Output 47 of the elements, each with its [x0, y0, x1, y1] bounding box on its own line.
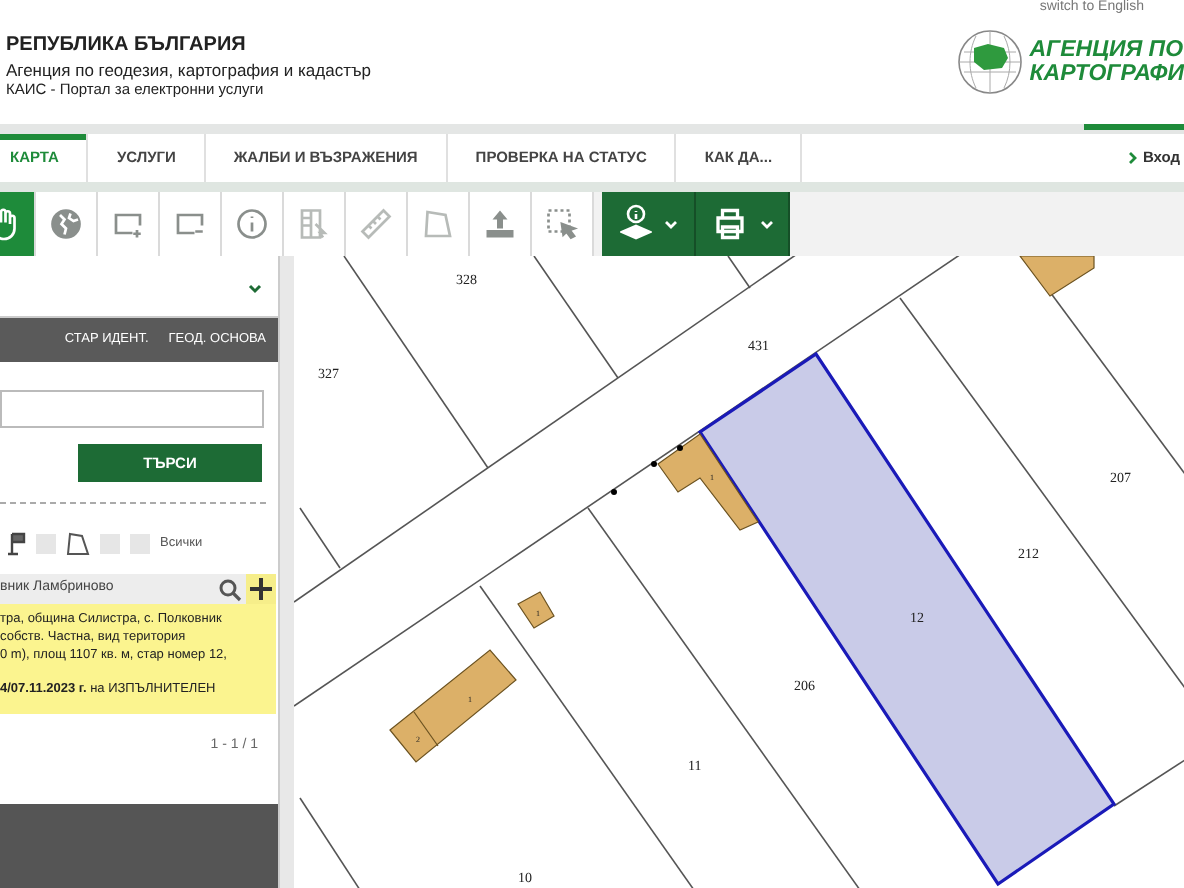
caret-icon [759, 219, 773, 229]
map-tool-button[interactable] [36, 192, 98, 256]
dropdown-tool-button[interactable] [602, 192, 696, 256]
filter-checkbox[interactable] [36, 534, 56, 554]
map-tool-button[interactable] [470, 192, 532, 256]
flag-icon [8, 532, 26, 556]
map-tool-button[interactable] [346, 192, 408, 256]
measure-grid-icon [296, 206, 332, 242]
map-tool-button[interactable] [160, 192, 222, 256]
chevron-icon [1128, 152, 1139, 164]
map-tool-button[interactable] [284, 192, 346, 256]
agency-logo-text: АГЕНЦИЯ ПО [1029, 38, 1184, 62]
building [657, 433, 759, 531]
filter-checkbox[interactable] [130, 534, 150, 554]
map-tool-button[interactable] [222, 192, 284, 256]
map-tool-button[interactable] [532, 192, 594, 256]
print-icon [711, 206, 747, 242]
globe-icon [48, 206, 84, 242]
caret-icon [248, 284, 262, 294]
building [517, 591, 555, 629]
ruler-icon [358, 206, 394, 242]
layers-info-icon [619, 204, 651, 244]
boundary-line [1113, 757, 1184, 807]
info-icon [234, 206, 270, 242]
plus-icon [250, 578, 272, 600]
survey-point [611, 489, 617, 495]
boundary-line [299, 797, 361, 888]
search-input[interactable] [0, 390, 264, 428]
filter-checkbox[interactable] [100, 534, 120, 554]
search-icon[interactable] [218, 577, 242, 601]
add-button[interactable] [246, 574, 276, 604]
select-icon [544, 206, 580, 242]
caret-icon [663, 219, 677, 229]
map-tool-button[interactable] [408, 192, 470, 256]
polygon-icon [420, 206, 456, 242]
upload-icon [482, 206, 518, 242]
agency-logo-text: КАРТОГРАФИ [1029, 62, 1184, 86]
scrollbar[interactable] [280, 256, 294, 888]
survey-point [677, 445, 683, 451]
dropdown-tool-button[interactable] [696, 192, 790, 256]
map-tool-button[interactable] [98, 192, 160, 256]
globe-logo-icon [955, 28, 1024, 96]
agency-subtitle: Агенция по геодезия, картография и кадастър [6, 59, 372, 81]
country-title: РЕПУБЛИКА БЪЛГАРИЯ [6, 34, 248, 59]
survey-point [651, 461, 657, 467]
polygon-icon [66, 532, 90, 556]
building [389, 649, 517, 763]
